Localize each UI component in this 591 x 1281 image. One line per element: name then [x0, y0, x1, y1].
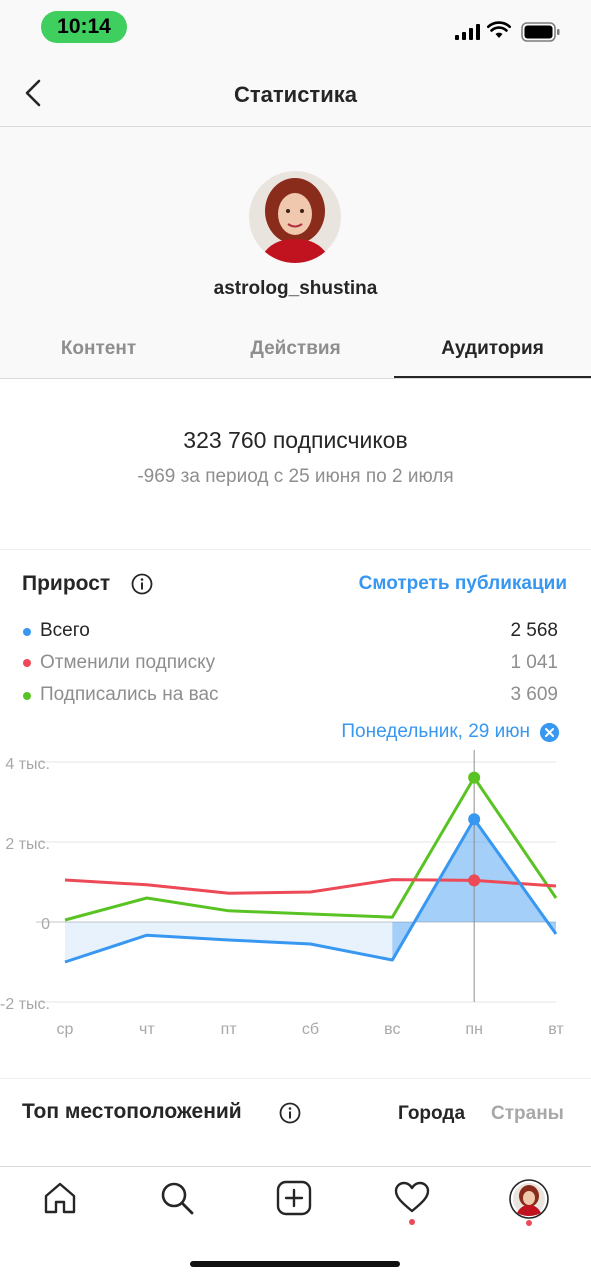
info-icon[interactable] — [131, 573, 153, 595]
view-posts-link[interactable]: Смотреть публикации — [359, 573, 567, 595]
plus-square-icon[interactable] — [276, 1180, 312, 1216]
tab-countries[interactable]: Страны — [491, 1103, 564, 1125]
activity-notification-dot — [409, 1219, 415, 1225]
legend-label-unfollowed: Отменили подписку — [40, 652, 216, 673]
profile-avatar-icon[interactable] — [509, 1179, 549, 1219]
profile-avatar[interactable] — [249, 171, 341, 263]
tab-cities[interactable]: Города — [398, 1103, 465, 1125]
search-icon[interactable] — [159, 1180, 195, 1216]
legend-value-unfollowed: 1 041 — [510, 652, 558, 673]
x-tick-label: ср — [57, 1021, 74, 1038]
legend-label-total: Всего — [40, 620, 90, 641]
x-tick-label: вс — [384, 1021, 400, 1038]
legend-label-followed: Подписались на вас — [40, 684, 219, 705]
heart-icon[interactable] — [394, 1180, 430, 1216]
y-tick-label: 4 тыс. — [5, 756, 50, 773]
x-tick-label: пт — [221, 1021, 238, 1038]
point-total — [468, 813, 481, 826]
active-tab-indicator — [394, 376, 591, 378]
home-icon[interactable] — [42, 1180, 78, 1216]
point-unfollowed — [468, 874, 481, 887]
battery-icon — [521, 22, 560, 42]
y-tick-label: 0 — [41, 916, 50, 933]
section-divider — [0, 549, 591, 550]
home-indicator — [190, 1261, 400, 1267]
legend-dot-unfollowed — [23, 659, 31, 667]
legend-dot-followed — [23, 692, 31, 700]
locations-title: Топ местоположений — [22, 1100, 242, 1123]
page-title: Статистика — [234, 82, 357, 107]
wifi-icon — [487, 21, 511, 38]
info-icon[interactable] — [279, 1102, 301, 1124]
profile-username: astrolog_shustina — [213, 278, 378, 299]
growth-chart[interactable]: 4 тыс. 2 тыс. 0 -2 тыс. ср чт пт сб вс пн вт — [0, 740, 591, 1050]
y-tick-label: 2 тыс. — [5, 836, 50, 853]
x-tick-label: сб — [302, 1021, 319, 1038]
point-followed — [468, 771, 481, 784]
tab-audience[interactable]: Аудитория — [394, 338, 591, 360]
y-tick-label: -2 тыс. — [0, 996, 50, 1013]
tab-content[interactable]: Контент — [0, 338, 197, 360]
legend-dot-total — [23, 628, 31, 636]
x-tick-label: чт — [139, 1021, 155, 1038]
status-time: 10:14 — [41, 11, 127, 43]
section-divider — [0, 1078, 591, 1079]
profile-notification-dot — [526, 1220, 532, 1226]
x-tick-label: пн — [465, 1021, 483, 1038]
legend-value-followed: 3 609 — [510, 684, 558, 705]
followers-change: -969 за период с 25 июня по 2 июля — [137, 466, 454, 487]
x-tick-label: вт — [548, 1021, 564, 1038]
tab-actions[interactable]: Действия — [197, 338, 394, 360]
legend-value-total: 2 568 — [510, 620, 558, 641]
followers-count: 323 760 подписчиков — [183, 427, 408, 453]
growth-title: Прирост — [22, 572, 111, 595]
cellular-signal-icon — [455, 24, 480, 40]
